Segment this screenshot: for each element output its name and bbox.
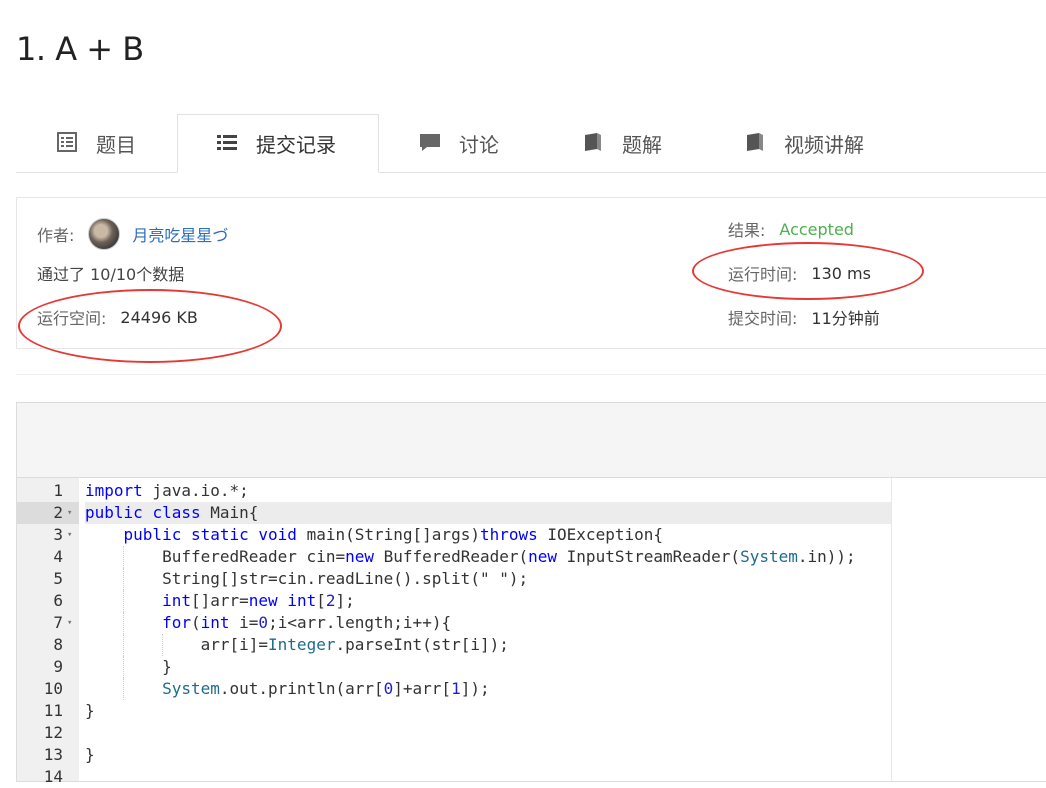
fold-arrow-icon[interactable]: ▾ [67, 502, 72, 524]
tab-label: 讨论 [459, 132, 499, 157]
author-link[interactable]: 月亮吃星星づ [132, 222, 228, 246]
tab-discussion[interactable]: 讨论 [419, 114, 499, 172]
memory-label: 运行空间: [37, 309, 107, 328]
line-number: 1 [53, 481, 63, 500]
tab-problem[interactable]: 题目 [56, 114, 136, 172]
tab-submissions[interactable]: 提交记录 [177, 114, 379, 173]
code-line: 6 int[]arr=new int[2]; [17, 590, 1046, 612]
submission-info-panel: 作者: 月亮吃星星づ 通过了 10/10个数据 运行空间: 24496 KB 结… [16, 197, 1046, 349]
result-row: 结果: Accepted [728, 218, 854, 241]
fold-arrow-icon[interactable]: ▾ [67, 524, 72, 546]
line-number: 10 [43, 679, 63, 698]
time-label: 运行时间: [728, 265, 798, 284]
book-icon [582, 131, 606, 155]
tab-video[interactable]: 视频讲解 [744, 114, 864, 172]
code-line: 10 System.out.println(arr[0]+arr[1]); [17, 678, 1046, 700]
code-editor[interactable]: 1 import java.io.*; 2 ▾ public class Main{3 ▾… [17, 478, 1046, 786]
code-line: 7 ▾ for(int i=0;i<arr.length;i++){ [17, 612, 1046, 634]
fold-arrow-icon[interactable]: ▾ [67, 612, 72, 634]
memory-value: 24496 KB [120, 307, 198, 327]
code-text: String[]str=cin.readLine().split(" "); [85, 569, 529, 588]
code-text: import java.io.*; [85, 481, 249, 500]
code-panel: 1 import java.io.*; 2 ▾ public class Main{3 ▾… [16, 402, 1046, 786]
code-text: int[]arr=new int[2]; [162, 591, 355, 610]
line-number: 13 [43, 745, 63, 764]
code-text: System.out.println(arr[0]+arr[1]); [162, 679, 490, 698]
code-text: } [85, 657, 172, 676]
author-label: 作者: [37, 226, 75, 245]
line-number: 9 [53, 657, 63, 676]
code-line: 12 [17, 722, 1046, 744]
author-row: 作者: 月亮吃星星づ [37, 218, 228, 250]
line-number: 6 [53, 591, 63, 610]
line-number: 11 [43, 701, 63, 720]
tab-bar: 题目 提交记录 讨论 题解 视频讲解 [16, 114, 1046, 173]
submit-time-value: 11分钟前 [811, 309, 880, 328]
submit-time-label: 提交时间: [728, 309, 798, 328]
code-text: } [85, 745, 95, 764]
passed-row: 通过了 10/10个数据 [37, 262, 184, 284]
code-text: public class Main{ [85, 502, 891, 524]
problem-title: 1. A + B [16, 30, 144, 68]
submit-time-row: 提交时间: 11分钟前 [728, 306, 880, 328]
tab-label: 视频讲解 [784, 132, 864, 157]
code-line: 11} [17, 700, 1046, 722]
line-number: 14 [43, 767, 63, 786]
line-number: 4 [53, 547, 63, 566]
code-line: 3 ▾ public static void main(String[]args)… [17, 524, 1046, 546]
passed-text: 通过了 10/10个数据 [37, 265, 185, 284]
code-toolbar [17, 403, 1046, 478]
code-line: 2 ▾ public class Main{ [17, 502, 1046, 524]
line-number: 8 [53, 635, 63, 654]
code-line: 14 [17, 766, 1046, 788]
status-badge: Accepted [779, 219, 854, 239]
list-icon [56, 131, 80, 155]
book-icon [744, 131, 768, 155]
code-text: public static void main(String[]args)thr… [123, 525, 663, 544]
list-bullets-icon [216, 132, 240, 156]
tab-label: 提交记录 [256, 133, 336, 157]
code-text: arr[i]=Integer.parseInt(str[i]); [85, 635, 509, 654]
divider [16, 374, 1046, 375]
result-label: 结果: [728, 221, 766, 240]
memory-row: 运行空间: 24496 KB [37, 306, 198, 329]
time-value: 130 ms [811, 263, 871, 283]
code-text: BufferedReader cin=new BufferedReader(ne… [85, 547, 856, 566]
code-line: 8 arr[i]=Integer.parseInt(str[i]); [17, 634, 1046, 656]
code-text: } [85, 701, 95, 720]
code-line: 1 import java.io.*; [17, 480, 1046, 502]
line-number: 5 [53, 569, 63, 588]
avatar[interactable] [88, 218, 121, 250]
code-line: 9 } [17, 656, 1046, 678]
line-number: 12 [43, 723, 63, 742]
comment-icon [419, 131, 443, 155]
tab-solutions[interactable]: 题解 [582, 114, 662, 172]
code-text: for(int i=0;i<arr.length;i++){ [162, 613, 452, 632]
tab-label: 题目 [96, 132, 136, 157]
code-line: 13} [17, 744, 1046, 766]
time-row: 运行时间: 130 ms [728, 262, 871, 285]
code-line: 4 BufferedReader cin=new BufferedReader(… [17, 546, 1046, 568]
tab-label: 题解 [622, 132, 662, 157]
code-line: 5 String[]str=cin.readLine().split(" "); [17, 568, 1046, 590]
